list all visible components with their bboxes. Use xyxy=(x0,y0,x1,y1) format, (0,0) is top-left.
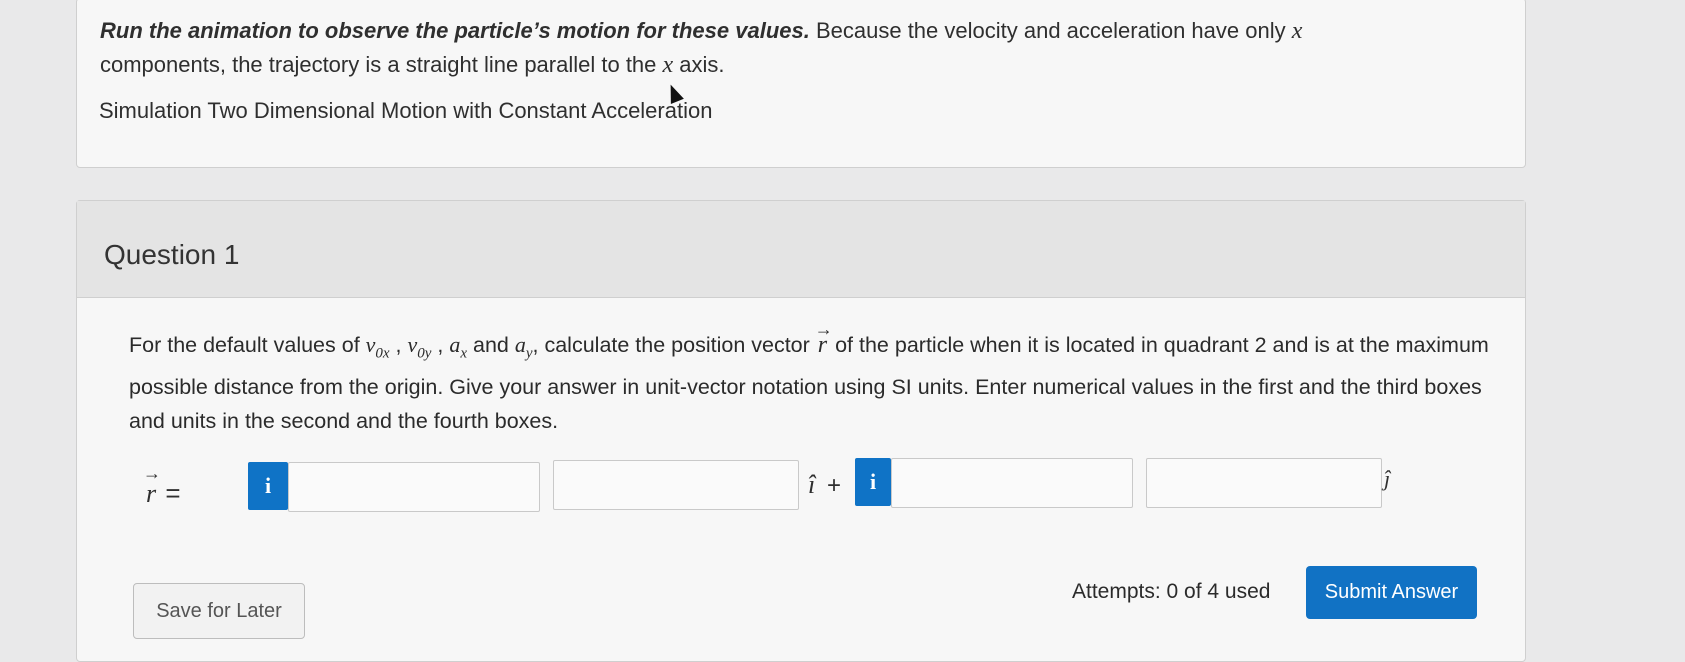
save-for-later-button[interactable]: Save for Later xyxy=(133,583,305,639)
var-x: x xyxy=(662,52,674,78)
i-hat-symbol: î xyxy=(808,470,816,499)
y-value-input[interactable] xyxy=(891,458,1133,508)
r-symbol: r xyxy=(143,463,161,509)
j-hat-symbol: ĵ xyxy=(1384,466,1391,491)
var-ay: ay xyxy=(514,332,533,362)
text-and: and xyxy=(467,333,515,357)
equals-sign: = xyxy=(165,478,181,508)
attempts-counter: Attempts: 0 of 4 used xyxy=(1072,580,1271,603)
plus-sign: + xyxy=(827,472,842,499)
r-vector-label: r = xyxy=(143,463,181,509)
submit-answer-button[interactable]: Submit Answer xyxy=(1306,566,1477,619)
separator: , xyxy=(431,333,450,357)
x-value-input[interactable] xyxy=(288,462,540,512)
y-unit-input[interactable] xyxy=(1146,458,1382,508)
var-ax: ax xyxy=(449,332,468,362)
intro-text-2: components, the trajectory is a straight… xyxy=(100,52,663,77)
x-unit-input[interactable] xyxy=(553,460,799,510)
var-x: x xyxy=(1291,18,1303,44)
simulation-link[interactable]: Simulation Two Dimensional Motion with C… xyxy=(99,98,712,124)
intro-bold-lead: Run the animation to observe the particl… xyxy=(100,18,810,43)
var-v0x: v0x xyxy=(365,332,390,362)
question-text: For the default values of v0x , v0y , ax… xyxy=(129,312,1489,438)
question-title: Question 1 xyxy=(104,239,240,270)
info-icon[interactable]: i xyxy=(248,462,288,510)
question-text-a: For the default values of xyxy=(129,333,366,357)
question-text-b: , calculate the position vector xyxy=(532,333,816,357)
answer-row: r = i î + i ĵ xyxy=(140,458,1500,514)
intro-text: Run the animation to observe the particl… xyxy=(100,14,1480,82)
question-header: Question 1 xyxy=(77,201,1525,298)
info-icon[interactable]: i xyxy=(855,458,891,506)
separator: , xyxy=(389,333,408,357)
var-v0y: v0y xyxy=(407,332,432,362)
intro-text-1: Because the velocity and acceleration ha… xyxy=(809,18,1292,43)
intro-text-3: axis. xyxy=(673,52,725,77)
position-vector-symbol: r xyxy=(815,312,833,362)
